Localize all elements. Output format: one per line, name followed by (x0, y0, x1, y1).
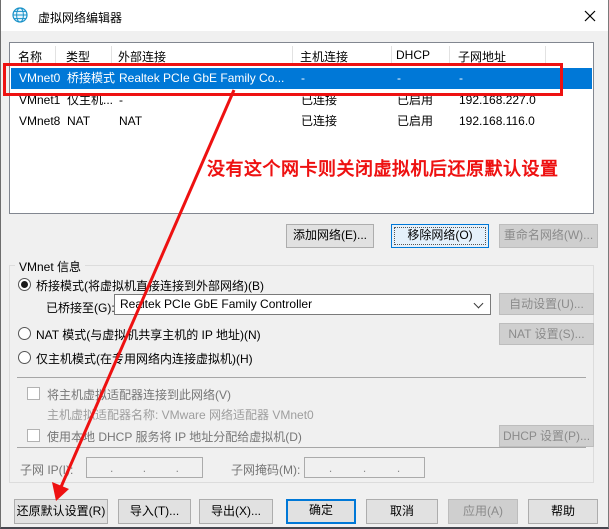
bridged-mode-radio[interactable] (18, 278, 31, 291)
subnet-mask-label: 子网掩码(M): (231, 461, 300, 478)
bridged-adapter-select[interactable]: Realtek PCIe GbE Family Controller (114, 294, 491, 315)
subnet-ip-label: 子网 IP(I): (20, 461, 73, 478)
remove-network-button[interactable]: 移除网络(O) (391, 224, 489, 248)
vmnet-info-title: VMnet 信息 (15, 258, 85, 275)
cell-subnet: 192.168.116.0 (459, 111, 535, 132)
connect-host-adapter-label[interactable]: 将主机虚拟适配器连接到此网络(V) (47, 386, 231, 403)
hostonly-mode-radio[interactable] (18, 351, 31, 364)
ok-button[interactable]: 确定 (286, 499, 356, 524)
cell-dhcp: 已启用 (397, 111, 433, 132)
annotation-highlight-box (3, 63, 563, 96)
cell-host-connection: 已连接 (301, 111, 337, 132)
apply-button[interactable]: 应用(A) (448, 499, 518, 524)
cancel-button[interactable]: 取消 (366, 499, 438, 524)
nat-mode-radio[interactable] (18, 327, 31, 340)
column-header-dhcp[interactable]: DHCP (396, 48, 430, 62)
window-title: 虚拟网络编辑器 (38, 9, 122, 26)
dhcp-settings-button[interactable]: DHCP 设置(P)... (499, 425, 594, 447)
rename-network-button[interactable]: 重命名网络(W)... (499, 224, 598, 248)
header-separator (449, 46, 450, 64)
header-separator (292, 46, 293, 64)
cell-type: NAT (67, 111, 90, 132)
chevron-down-icon (474, 299, 484, 309)
auto-settings-button[interactable]: 自动设置(U)... (499, 293, 594, 315)
divider (17, 447, 586, 448)
network-globe-icon (11, 6, 29, 24)
annotation-note: 没有这个网卡则关闭虚拟机后还原默认设置 (207, 155, 559, 181)
network-row-vmnet8[interactable]: VMnet8 NAT NAT 已连接 已启用 192.168.116.0 (11, 111, 592, 132)
bridged-mode-label[interactable]: 桥接模式(将虚拟机直接连接到外部网络)(B) (36, 277, 264, 294)
hostonly-mode-label[interactable]: 仅主机模式(在专用网络内连接虚拟机)(H) (36, 350, 253, 367)
export-button[interactable]: 导出(X)... (199, 499, 273, 524)
bridged-to-label: 已桥接至(G): (46, 299, 115, 316)
add-network-button[interactable]: 添加网络(E)... (286, 224, 374, 248)
cell-external: NAT (119, 111, 142, 132)
nat-mode-label[interactable]: NAT 模式(与虚拟机共享主机的 IP 地址)(N) (36, 326, 261, 343)
subnet-mask-field[interactable]: ... (304, 457, 425, 478)
subnet-ip-field[interactable]: ... (86, 457, 203, 478)
header-separator (55, 46, 56, 64)
help-button[interactable]: 帮助 (528, 499, 598, 524)
import-button[interactable]: 导入(T)... (118, 499, 191, 524)
header-separator (111, 46, 112, 64)
virtual-network-editor-dialog: 虚拟网络编辑器 名称 类型 外部连接 主机连接 DHCP 子网地址 VMnet0… (0, 0, 609, 529)
divider (17, 377, 586, 378)
title-bar: 虚拟网络编辑器 (1, 0, 608, 31)
restore-defaults-button[interactable]: 还原默认设置(R) (14, 499, 108, 524)
header-separator (391, 46, 392, 64)
nat-settings-button[interactable]: NAT 设置(S)... (499, 323, 594, 345)
header-separator (545, 46, 546, 64)
close-icon[interactable] (582, 8, 598, 24)
local-dhcp-checkbox[interactable] (27, 429, 40, 442)
local-dhcp-label[interactable]: 使用本地 DHCP 服务将 IP 地址分配给虚拟机(D) (47, 428, 302, 445)
host-adapter-name: 主机虚拟适配器名称: VMware 网络适配器 VMnet0 (47, 406, 314, 423)
connect-host-adapter-checkbox[interactable] (27, 387, 40, 400)
cell-name: VMnet8 (19, 111, 60, 132)
bridged-adapter-value: Realtek PCIe GbE Family Controller (120, 297, 312, 311)
